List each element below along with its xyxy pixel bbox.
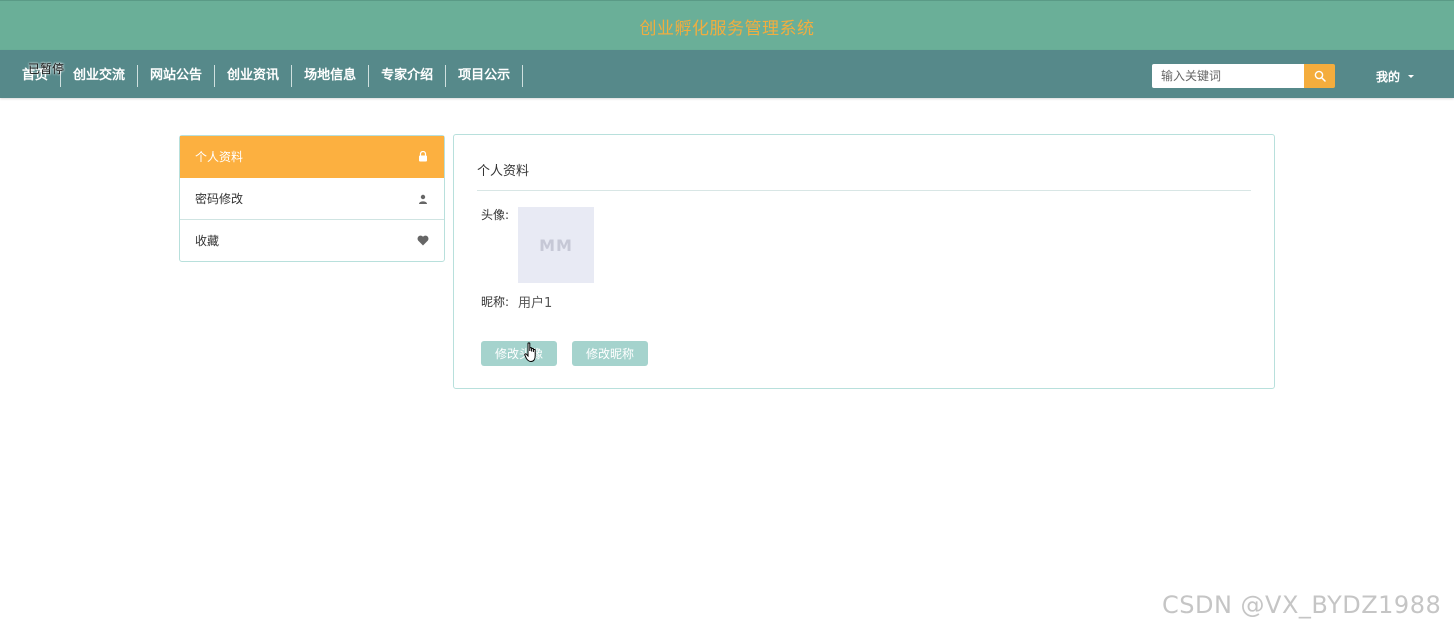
change-nickname-button[interactable]: 修改昵称 — [572, 341, 648, 366]
user-menu-label: 我的 — [1376, 70, 1401, 84]
nav-item-experts[interactable]: 专家介绍 — [369, 65, 447, 87]
hand-pointer-cursor-icon — [524, 342, 536, 363]
profile-panel: 个人资料 头像: MM 昵称: 用户1 修改头像 修改昵称 — [453, 134, 1275, 389]
nav-item-announcements[interactable]: 网站公告 — [138, 65, 216, 87]
change-avatar-button[interactable]: 修改头像 — [481, 341, 557, 366]
search-input[interactable] — [1152, 64, 1304, 88]
search-button[interactable] — [1304, 64, 1335, 88]
paused-overlay-text: 已暂停 — [28, 62, 65, 76]
sidebar-menu: 个人资料 密码修改 收藏 — [179, 135, 445, 262]
sidebar-item-label: 收藏 — [195, 234, 220, 248]
sidebar-item-password[interactable]: 密码修改 — [180, 178, 444, 220]
sidebar-item-label: 个人资料 — [195, 150, 244, 164]
lock-icon — [417, 151, 429, 163]
user-menu-dropdown[interactable]: 我的 — [1376, 68, 1415, 85]
heart-icon — [417, 235, 429, 247]
sidebar-item-label: 密码修改 — [195, 192, 244, 206]
avatar-label: 头像: — [481, 208, 510, 222]
nav-item-project-notice[interactable]: 项目公示 — [446, 65, 524, 87]
sidebar-item-favorites[interactable]: 收藏 — [180, 220, 444, 261]
top-header: 创业孵化服务管理系统 — [0, 0, 1454, 50]
nickname-label: 昵称: — [481, 295, 510, 309]
sidebar-item-profile[interactable]: 个人资料 — [180, 136, 444, 178]
nav-item-venue-info[interactable]: 场地信息 — [292, 65, 370, 87]
user-icon — [417, 193, 429, 205]
search-icon — [1314, 70, 1326, 82]
nav-item-startup-news[interactable]: 创业资讯 — [215, 65, 293, 87]
nav-list: 首页 创业交流 网站公告 创业资讯 场地信息 专家介绍 项目公示 — [10, 65, 524, 87]
nickname-value: 用户1 — [518, 296, 553, 311]
watermark-text: CSDN @VX_BYDZ1988 — [1162, 591, 1442, 619]
panel-title: 个人资料 — [477, 164, 530, 179]
panel-divider — [477, 190, 1251, 191]
avatar-placeholder-text: MM — [539, 235, 573, 255]
caret-down-icon — [1408, 75, 1415, 78]
site-title: 创业孵化服务管理系统 — [639, 19, 815, 39]
nav-item-startup-exchange[interactable]: 创业交流 — [61, 65, 139, 87]
avatar: MM — [518, 207, 594, 283]
